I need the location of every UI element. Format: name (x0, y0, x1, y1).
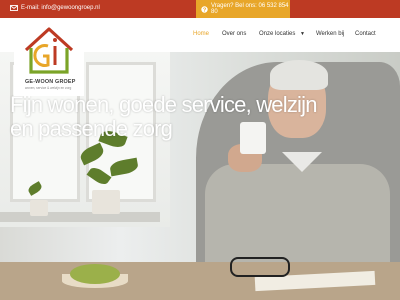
email-text: E-mail: info@gewoongroep.nl (21, 5, 100, 11)
nav-contact[interactable]: Contact (355, 31, 376, 37)
nav-werken-bij[interactable]: Werken bij (316, 31, 344, 37)
phone-link[interactable]: ? Vragen? Bel ons: 06 532 854 80 (196, 0, 290, 18)
site-logo[interactable]: GE-WOON GROEP wonen, service & welzijn e… (14, 20, 84, 96)
nav-home-label: Home (193, 31, 210, 37)
window-sill (0, 212, 160, 222)
email-link[interactable]: E-mail: info@gewoongroep.nl (10, 5, 100, 11)
nav-over-ons[interactable]: Over ons (222, 31, 246, 37)
top-contact-bar: E-mail: info@gewoongroep.nl ? Vragen? Be… (0, 0, 400, 18)
house-logo-icon (24, 27, 74, 74)
hero-line-2: en passende zorg (10, 116, 173, 141)
mail-icon (10, 5, 18, 11)
logo-tagline: wonen, service & welzijn en zorg (25, 86, 72, 90)
question-icon: ? (201, 5, 208, 13)
nav-onze-locaties-label: Onze locaties (259, 31, 296, 37)
phone-text: Vragen? Bel ons: 06 532 854 80 (211, 3, 289, 15)
nav-home[interactable]: Home (193, 31, 209, 37)
hero-line-1: Fijn wonen, goede service, welzijn (10, 92, 317, 117)
plant-pot (92, 190, 120, 214)
chevron-down-icon: ▼ (300, 31, 305, 37)
logo-brand-name: GE-WOON GROEP (25, 79, 76, 85)
nav-werken-bij-label: Werken bij (316, 31, 345, 37)
nav-over-ons-label: Over ons (222, 31, 247, 37)
hero-heading: Fijn wonen, goede service, welzijn en pa… (10, 93, 390, 141)
nav-contact-label: Contact (355, 31, 376, 37)
reading-glasses (230, 257, 290, 277)
nav-onze-locaties[interactable]: Onze locaties ▼ (259, 31, 305, 37)
